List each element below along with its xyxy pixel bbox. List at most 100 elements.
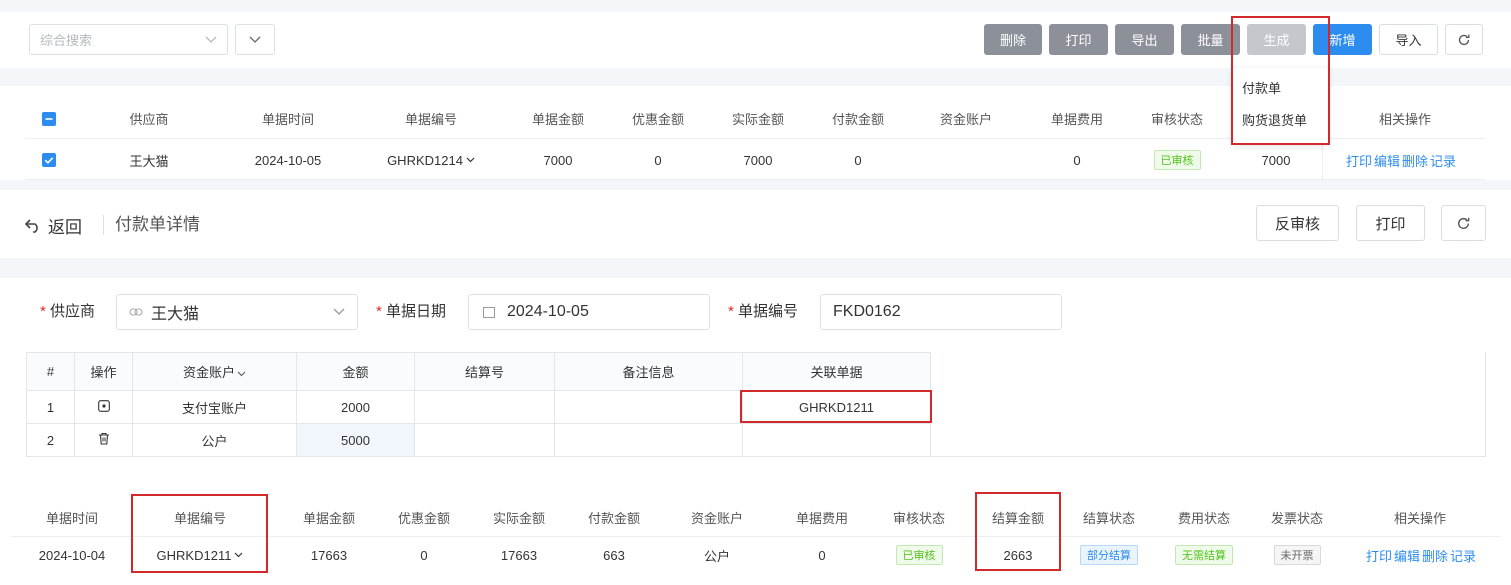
- record-link[interactable]: 记录: [1430, 151, 1456, 170]
- td-amount[interactable]: 2000: [296, 390, 415, 424]
- th-account: 资金账户: [690, 510, 743, 526]
- back-arrow-icon: [24, 217, 42, 233]
- th-status: 审核状态: [892, 510, 945, 526]
- th-settle-amount: 结算金额: [991, 510, 1044, 526]
- add-row-icon[interactable]: [97, 399, 110, 412]
- th-account-cell[interactable]: 资金账户: [132, 352, 297, 391]
- select-all-checkbox[interactable]: [40, 110, 58, 128]
- chevron-down-icon: [237, 371, 246, 377]
- refresh-button[interactable]: [1445, 24, 1483, 55]
- number-input[interactable]: FKD0162: [820, 294, 1062, 330]
- fee-status-badge: 无需结算: [1175, 545, 1233, 565]
- td-account: [916, 146, 1016, 174]
- th-discount: 优惠金额: [397, 510, 450, 526]
- th-discount: 优惠金额: [631, 111, 684, 127]
- td-status-cell: 已审核: [1127, 146, 1227, 174]
- th-paid: 付款金额: [587, 510, 640, 526]
- td-account[interactable]: 公户: [132, 423, 297, 457]
- back-link[interactable]: 返回: [24, 212, 82, 238]
- th-fee: 单据费用: [795, 510, 848, 526]
- refresh-icon: [1457, 33, 1471, 47]
- delete-link[interactable]: 删除: [1422, 546, 1448, 565]
- search-select[interactable]: 综合搜索: [29, 24, 228, 55]
- td-account: 公户: [703, 548, 730, 564]
- td-fee: 0: [1073, 152, 1081, 168]
- td-index: 2: [26, 423, 75, 457]
- chevron-down-icon: [205, 36, 217, 44]
- add-button[interactable]: 新增: [1313, 24, 1372, 55]
- row-checkbox[interactable]: [40, 151, 58, 169]
- trash-icon[interactable]: [98, 432, 110, 445]
- td-paid: 663: [603, 547, 625, 563]
- number-value: FKD0162: [833, 303, 901, 320]
- batch-button[interactable]: 批量: [1181, 24, 1240, 55]
- th-supplier: 供应商: [129, 111, 169, 127]
- td-amount[interactable]: 5000: [296, 423, 415, 457]
- td-ref[interactable]: GHRKD1211: [742, 390, 931, 424]
- band-2: [0, 180, 1511, 190]
- calendar-icon: [483, 306, 495, 318]
- import-button[interactable]: 导入: [1379, 24, 1438, 55]
- td-amount: 17663: [310, 547, 348, 563]
- td-status-cell: 已审核: [875, 541, 963, 569]
- td-note[interactable]: [554, 390, 743, 424]
- export-button[interactable]: 导出: [1115, 24, 1174, 55]
- date-picker[interactable]: 2024-10-05: [468, 294, 710, 330]
- delete-link[interactable]: 删除: [1402, 151, 1428, 170]
- search-toggle-button[interactable]: [235, 24, 275, 55]
- chevron-down-icon: [249, 36, 261, 44]
- td-settle[interactable]: [414, 390, 555, 424]
- supplier-select[interactable]: 王大猫: [116, 294, 358, 330]
- status-badge: 已审核: [1153, 150, 1201, 170]
- print-link[interactable]: 打印: [1366, 546, 1392, 565]
- th-amount: 金额: [296, 352, 415, 391]
- delete-button[interactable]: 删除: [984, 24, 1042, 55]
- supplier-label: * 供应商: [40, 303, 96, 320]
- td-account[interactable]: 支付宝账户: [132, 390, 297, 424]
- td-discount: 0: [420, 547, 428, 563]
- table-row: 1 支付宝账户 2000 GHRKD1211: [26, 390, 931, 424]
- generate-button[interactable]: 生成: [1247, 24, 1306, 55]
- td-settle-status-cell: 部分结算: [1065, 541, 1153, 569]
- generate-dropdown: 付款单 购货退货单: [1232, 68, 1328, 144]
- menu-item-payment[interactable]: 付款单: [1242, 78, 1281, 100]
- print-button[interactable]: 打印: [1049, 24, 1108, 55]
- table-row: 2 公户 5000: [26, 423, 931, 457]
- td-number-cell[interactable]: GHRKD1214: [376, 146, 486, 174]
- td-ref[interactable]: [742, 423, 931, 457]
- band-3: [0, 258, 1511, 278]
- td-actual: 17663: [500, 547, 538, 563]
- td-note[interactable]: [554, 423, 743, 457]
- detail-print-button[interactable]: 打印: [1356, 205, 1425, 241]
- th-actual: 实际金额: [492, 510, 545, 526]
- td-paid: 0: [854, 152, 862, 168]
- td-extra: 7000: [1261, 152, 1291, 168]
- th-invoice-status: 发票状态: [1270, 510, 1323, 526]
- td-actions: 打印 编辑 删除 记录: [1350, 541, 1492, 569]
- td-settle[interactable]: [414, 423, 555, 457]
- status-badge: 已审核: [895, 545, 943, 565]
- th-actions: 相关操作: [1393, 510, 1446, 526]
- edit-link[interactable]: 编辑: [1394, 546, 1420, 565]
- td-date: 2024-10-04: [38, 547, 106, 563]
- detail-refresh-button[interactable]: [1441, 205, 1486, 241]
- th-amount: 单据金额: [531, 111, 584, 127]
- unaudit-button[interactable]: 反审核: [1256, 205, 1339, 241]
- menu-item-purchase-return[interactable]: 购货退货单: [1242, 110, 1307, 132]
- line-items-table: # 操作 资金账户 金额 结算号 备注信息 关联单据 1 支付宝账户 2000 …: [26, 352, 931, 457]
- th-actual: 实际金额: [731, 111, 784, 127]
- search-placeholder: 综合搜索: [40, 33, 93, 48]
- settle-status-badge: 部分结算: [1080, 545, 1138, 565]
- chevron-down-icon: [466, 157, 475, 163]
- td-op: [74, 423, 133, 457]
- th-date: 单据时间: [261, 111, 314, 127]
- record-link[interactable]: 记录: [1450, 546, 1476, 565]
- td-settle-amount: 2663: [1003, 547, 1033, 563]
- top-table-divider: [25, 179, 1485, 180]
- td-number-cell[interactable]: GHRKD1211: [135, 541, 265, 569]
- th-ref: 关联单据: [742, 352, 931, 391]
- link-icon: [129, 307, 143, 317]
- edit-link[interactable]: 编辑: [1374, 151, 1400, 170]
- td-fee-status-cell: 无需结算: [1160, 541, 1248, 569]
- print-link[interactable]: 打印: [1346, 151, 1372, 170]
